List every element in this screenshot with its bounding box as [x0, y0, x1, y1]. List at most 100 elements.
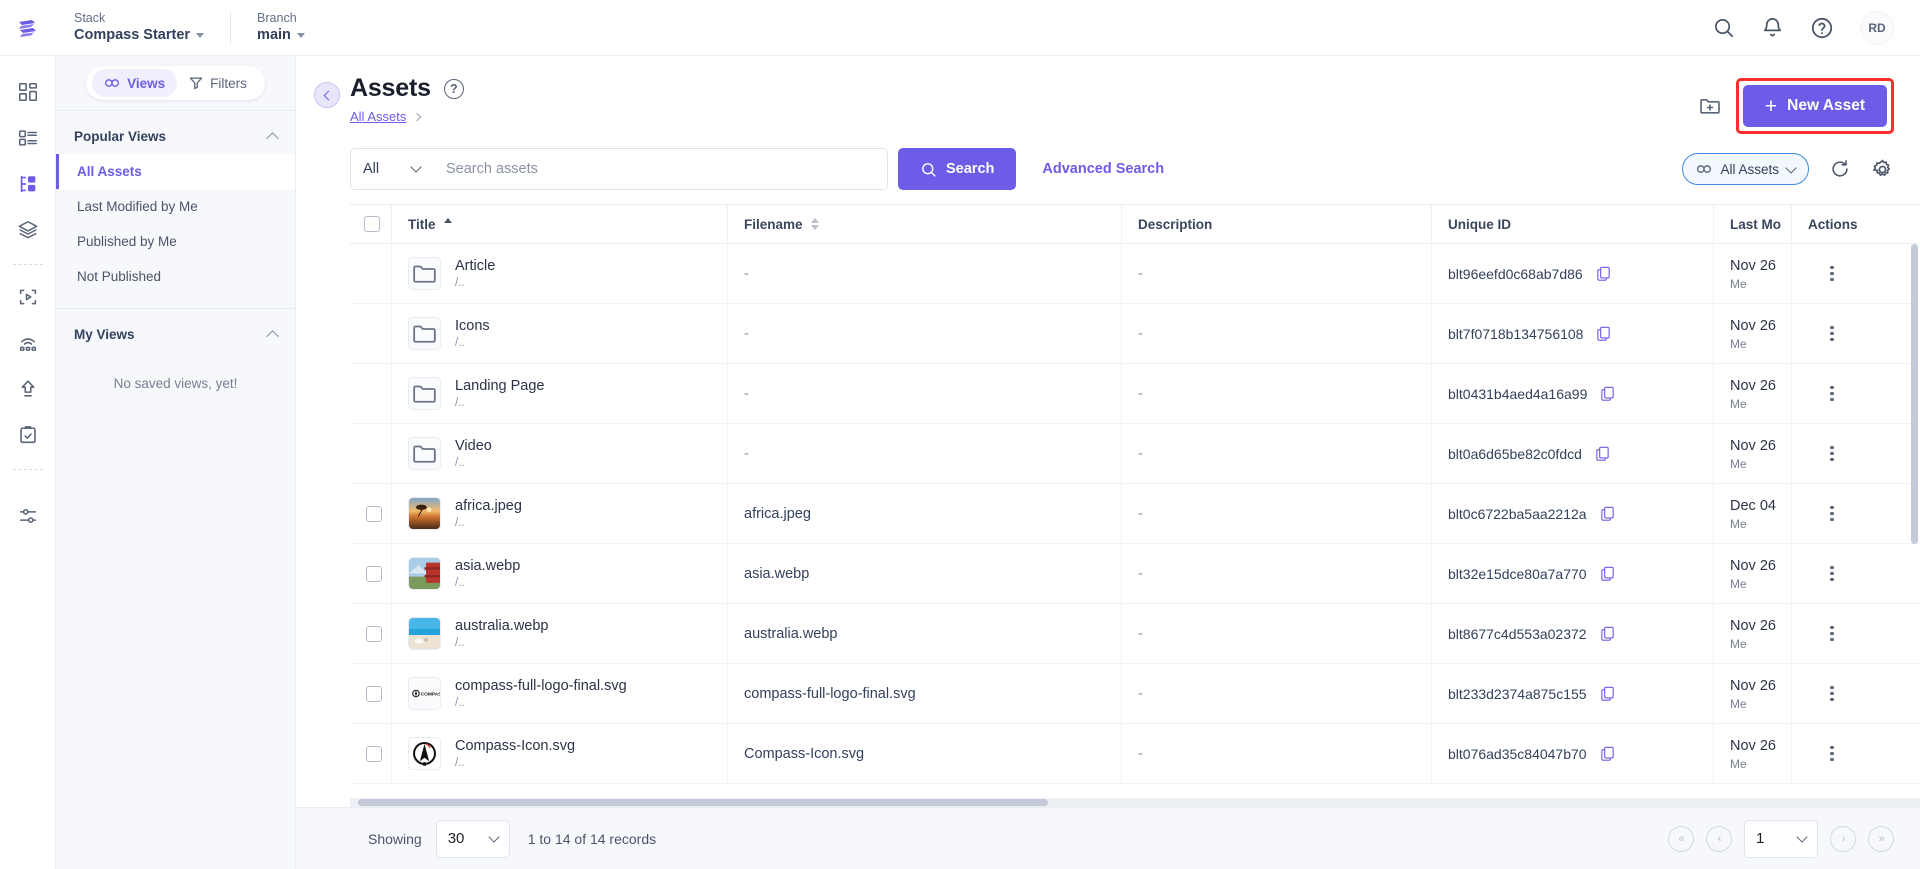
last-page-button[interactable]: » [1868, 825, 1894, 852]
sort-icon[interactable] [810, 218, 819, 230]
cell-title[interactable]: COMPASS compass-full-logo-final.svg /.. [392, 663, 728, 724]
column-header-title[interactable]: Title [392, 205, 728, 243]
table-row[interactable]: Compass-Icon.svg /.. Compass-Icon.svg - blt0… [350, 723, 1920, 784]
branch-switcher[interactable]: Branch main [257, 10, 331, 45]
copy-icon[interactable] [1599, 565, 1616, 582]
cell-title[interactable]: Landing Page /.. [392, 363, 728, 424]
sidebar-item-last-modified-by-me[interactable]: Last Modified by Me [56, 189, 295, 224]
refresh-icon[interactable] [1829, 158, 1851, 180]
my-views-header[interactable]: My Views [56, 309, 295, 352]
bell-icon[interactable] [1761, 16, 1784, 39]
row-more-actions-button[interactable] [1818, 260, 1846, 288]
table-row[interactable]: asia.webp /.. asia.webp - blt32e15dce80a7a77… [350, 543, 1920, 604]
copy-icon[interactable] [1599, 745, 1616, 762]
column-header-unique-id[interactable]: Unique ID [1432, 205, 1714, 243]
row-checkbox[interactable] [366, 565, 382, 582]
column-header-last-modified[interactable]: Last Mo [1714, 205, 1792, 243]
vertical-scrollbar[interactable] [1911, 244, 1918, 779]
cell-last-modified: Nov 26 Me [1714, 663, 1792, 724]
views-button[interactable]: Views [92, 69, 178, 97]
row-more-actions-button[interactable] [1818, 620, 1846, 648]
vertical-scrollbar-thumb[interactable] [1911, 244, 1918, 544]
row-checkbox[interactable] [366, 505, 382, 522]
row-more-actions-button[interactable] [1818, 500, 1846, 528]
cell-title[interactable]: africa.jpeg /.. [392, 483, 728, 544]
help-icon[interactable]: ? [443, 78, 464, 99]
row-more-actions-button[interactable] [1818, 560, 1846, 588]
row-more-actions-button[interactable] [1818, 680, 1846, 708]
horizontal-scrollbar-thumb[interactable] [358, 799, 1048, 806]
filters-button[interactable]: Filters [177, 69, 259, 97]
advanced-search-link[interactable]: Advanced Search [1042, 161, 1164, 177]
next-page-button[interactable]: › [1830, 825, 1856, 852]
sort-icon[interactable] [443, 218, 452, 230]
stack-value[interactable]: Compass Starter [74, 26, 205, 45]
horizontal-scrollbar[interactable] [350, 798, 1920, 807]
select-all-checkbox[interactable] [364, 216, 380, 232]
copy-icon[interactable] [1599, 625, 1616, 642]
nav-live-preview[interactable] [6, 275, 50, 319]
contentstack-logo[interactable] [0, 0, 56, 56]
copy-icon[interactable] [1595, 265, 1612, 282]
first-page-button[interactable]: « [1668, 825, 1694, 852]
page-number-select[interactable]: 1 [1744, 819, 1818, 858]
cell-title[interactable]: Article /.. [392, 244, 728, 304]
row-checkbox[interactable] [366, 745, 382, 762]
copy-icon[interactable] [1594, 445, 1611, 462]
row-more-actions-button[interactable] [1818, 320, 1846, 348]
avatar[interactable]: RD [1860, 10, 1894, 45]
column-header-description[interactable]: Description [1122, 205, 1432, 243]
row-select-cell [350, 303, 392, 364]
prev-page-button[interactable]: ‹ [1706, 825, 1732, 852]
sidebar-item-published-by-me[interactable]: Published by Me [56, 224, 295, 259]
cell-title[interactable]: Icons /.. [392, 303, 728, 364]
nav-assets[interactable] [6, 162, 50, 206]
table-row[interactable]: australia.webp /.. australia.webp - blt8677c… [350, 603, 1920, 664]
table-row[interactable]: Icons /.. - - blt7f0718b134756108 Nov 26 Me [350, 303, 1920, 364]
copy-icon[interactable] [1599, 685, 1616, 702]
column-header-filename[interactable]: Filename [728, 205, 1122, 243]
new-asset-button[interactable]: + New Asset [1742, 85, 1887, 127]
nav-releases[interactable] [6, 321, 50, 365]
collapse-sidebar-button[interactable] [314, 82, 340, 108]
row-more-actions-button[interactable] [1818, 440, 1846, 468]
popular-views-header[interactable]: Popular Views [56, 111, 295, 154]
nav-dashboard[interactable] [6, 70, 50, 114]
table-row[interactable]: Article /.. - - blt96eefd0c68ab7d86 Nov 26 Me [350, 244, 1920, 304]
row-checkbox[interactable] [366, 625, 382, 642]
table-row[interactable]: Video /.. - - blt0a6d65be82c0fdcd Nov 26 Me [350, 423, 1920, 484]
table-row[interactable]: COMPASS compass-full-logo-final.svg /.. com… [350, 663, 1920, 724]
breadcrumb-item-all-assets[interactable]: All Assets [350, 109, 406, 124]
nav-stack[interactable] [6, 208, 50, 252]
copy-icon[interactable] [1599, 385, 1616, 402]
row-more-actions-button[interactable] [1818, 380, 1846, 408]
table-row[interactable]: africa.jpeg /.. africa.jpeg - blt0c6722ba5aa… [350, 483, 1920, 544]
branch-value[interactable]: main [257, 26, 305, 45]
nav-audit-log[interactable] [6, 413, 50, 457]
search-scope-select[interactable]: All [350, 148, 432, 190]
new-folder-icon[interactable] [1698, 94, 1722, 118]
row-more-actions-button[interactable] [1818, 740, 1846, 768]
search-icon[interactable] [1712, 16, 1735, 39]
table-row[interactable]: Landing Page /.. - - blt0431b4aed4a16a99 Nov … [350, 363, 1920, 424]
copy-icon[interactable] [1599, 505, 1616, 522]
gear-icon[interactable] [1871, 158, 1894, 181]
row-checkbox[interactable] [366, 685, 382, 702]
search-input[interactable] [432, 148, 888, 190]
sidebar-item-not-published[interactable]: Not Published [56, 259, 295, 294]
sidebar-item-all-assets[interactable]: All Assets [56, 154, 295, 189]
stack-switcher[interactable]: Stack Compass Starter [74, 10, 230, 45]
copy-icon[interactable] [1595, 325, 1612, 342]
search-button[interactable]: Search [898, 148, 1017, 190]
nav-entries[interactable] [6, 116, 50, 160]
nav-settings[interactable] [6, 494, 50, 538]
view-chip[interactable]: All Assets [1682, 153, 1809, 185]
cell-title[interactable]: Video /.. [392, 423, 728, 484]
cell-title[interactable]: asia.webp /.. [392, 543, 728, 604]
column-label: Last Mo [1730, 216, 1782, 232]
cell-title[interactable]: australia.webp /.. [392, 603, 728, 664]
nav-publish-queue[interactable] [6, 367, 50, 411]
help-icon[interactable] [1810, 16, 1834, 40]
page-size-select[interactable]: 30 [435, 819, 510, 858]
cell-title[interactable]: Compass-Icon.svg /.. [392, 723, 728, 784]
